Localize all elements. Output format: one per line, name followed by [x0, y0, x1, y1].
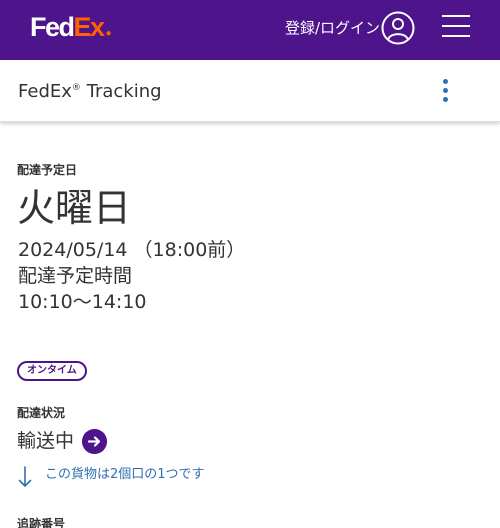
- logo-dot: ●: [105, 28, 112, 39]
- kebab-menu-icon[interactable]: [440, 79, 450, 103]
- title-suffix: Tracking: [80, 81, 162, 102]
- on-time-badge: オンタイム: [17, 361, 87, 381]
- shipment-status: 輸送中: [17, 430, 75, 452]
- kebab-dot: [443, 79, 448, 84]
- fedex-logo[interactable]: FedEx ●: [30, 12, 112, 49]
- multi-piece-link[interactable]: この貨物は2個口の1つです: [45, 466, 205, 484]
- registered-mark: ®: [71, 83, 81, 93]
- top-nav-bar: FedEx ● 登録/ログイン: [0, 0, 500, 60]
- page-title: FedEx® Tracking: [18, 81, 162, 106]
- hamburger-line: [442, 25, 470, 27]
- tracking-subheader: FedEx® Tracking: [0, 60, 500, 122]
- hamburger-line: [442, 35, 470, 37]
- delivery-day: 火曜日: [17, 186, 132, 230]
- login-link[interactable]: 登録/ログイン: [285, 18, 380, 38]
- arrow-down-icon: [18, 466, 32, 487]
- tracking-number-label: 追跡番号: [17, 517, 66, 528]
- kebab-dot: [443, 88, 448, 93]
- logo-ex: Ex: [73, 12, 106, 42]
- logo-fed: Fed: [30, 12, 75, 42]
- delivery-date: 2024/05/14 （18:00前）: [18, 239, 246, 261]
- user-circle-icon[interactable]: [381, 11, 415, 45]
- arrow-right-circle-icon[interactable]: [82, 429, 107, 454]
- delivery-window-label: 配達予定時間: [18, 265, 133, 287]
- kebab-dot: [443, 97, 448, 102]
- shipment-status-label: 配達状況: [17, 406, 66, 420]
- hamburger-menu-button[interactable]: [442, 13, 470, 39]
- delivery-window-time: 10:10〜14:10: [18, 291, 147, 313]
- hamburger-line: [442, 15, 470, 17]
- delivery-date-label: 配達予定日: [17, 163, 78, 177]
- title-brand: FedEx: [18, 81, 72, 102]
